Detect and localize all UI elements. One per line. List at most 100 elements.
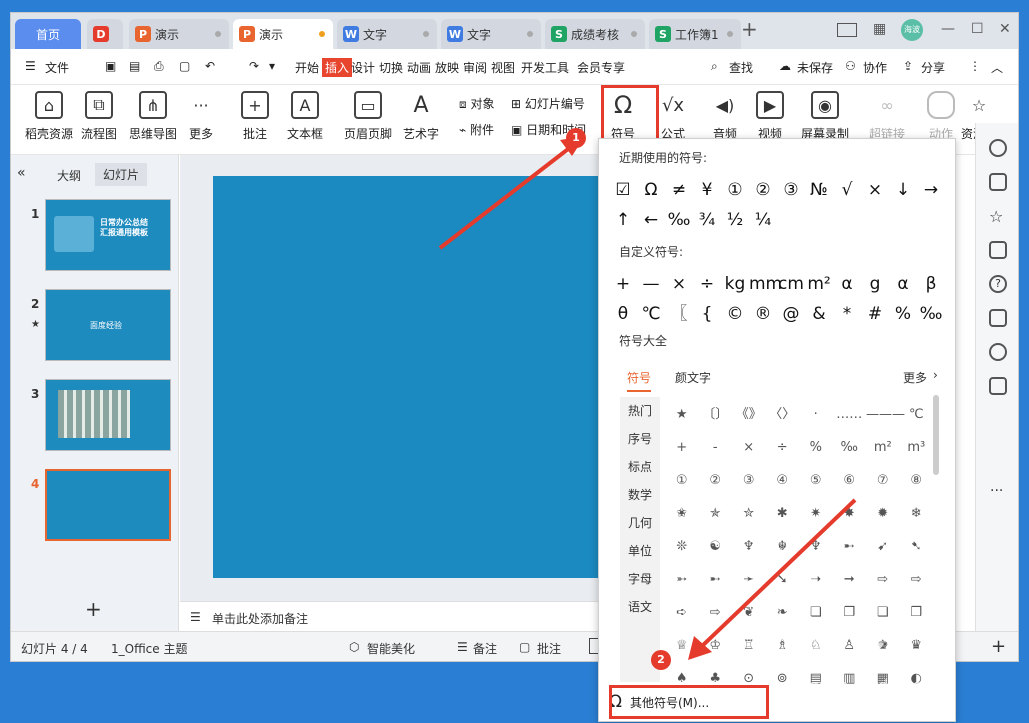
lightning-icon[interactable] (989, 343, 1007, 361)
symbol-cell[interactable]: - (699, 434, 733, 462)
notes-button[interactable]: 备注 (473, 640, 497, 657)
symbol-cell[interactable]: ≠ (665, 177, 693, 203)
slide-thumbnail-1[interactable]: 日常办公总结汇报通用模板 (45, 199, 171, 271)
symbol-cell[interactable]: kg (721, 271, 749, 297)
symbol-cell[interactable]: α (889, 271, 917, 297)
symbol-cell[interactable]: ② (749, 177, 777, 203)
slide-canvas[interactable] (213, 176, 620, 578)
slide-thumbnail-2[interactable]: 面度经验 (45, 289, 171, 361)
save-icon[interactable]: ▣ (105, 59, 116, 73)
maximize-icon[interactable]: ☐ (971, 21, 984, 37)
symbol-cell[interactable]: g (861, 271, 889, 297)
hamburger-icon[interactable]: ☰ (25, 59, 36, 73)
symbol-cell[interactable]: 〈〉 (766, 401, 800, 429)
symbol-cell[interactable]: & (805, 301, 833, 327)
star-icon[interactable]: ☆ (989, 207, 1007, 226)
menu-animation[interactable]: 动画 (407, 59, 431, 76)
close-icon[interactable]: ✕ (999, 21, 1011, 37)
symbol-cell[interactable]: ① (721, 177, 749, 203)
symbol-cell[interactable]: ‰ (833, 434, 867, 462)
attachment-button[interactable]: ⌁ 附件 (459, 121, 494, 138)
chevron-right-icon[interactable]: › (933, 368, 938, 382)
search-icon[interactable]: ⌕ (711, 59, 718, 74)
tab-close-dot[interactable] (527, 31, 533, 37)
tab-presentation-active[interactable]: P 演示 (233, 19, 333, 49)
symbol-cell[interactable]: √ (833, 177, 861, 203)
symbol-cell[interactable]: ¼ (749, 207, 777, 233)
tab-close-dot[interactable] (215, 31, 221, 37)
unsaved-label[interactable]: 未保存 (797, 59, 833, 76)
menu-design[interactable]: 设计 (351, 59, 375, 76)
symbol-cell[interactable]: ❏ (799, 599, 833, 627)
symbol-cell[interactable]: ➪ (665, 599, 699, 627)
category-item[interactable]: 语文 (620, 593, 660, 621)
tab-sheet-2[interactable]: S 工作簿1 (649, 19, 741, 49)
category-item[interactable]: 序号 (620, 425, 660, 453)
symbol-cell[interactable]: © (721, 301, 749, 327)
symbol-cell[interactable]: ➵ (665, 566, 699, 594)
tab-home[interactable]: 首页 (15, 19, 81, 49)
menu-start[interactable]: 开始 (295, 59, 319, 76)
symbol-cell[interactable]: + (665, 434, 699, 462)
symbol-cell[interactable]: ℃ (900, 401, 934, 429)
help-icon[interactable]: ? (989, 275, 1007, 293)
flowchart-button[interactable]: ⧉ 流程图 (81, 91, 117, 142)
theme-name[interactable]: 1_Office 主题 (111, 640, 187, 657)
symbol-cell[interactable]: ③ (777, 177, 805, 203)
share-button[interactable]: 分享 (921, 59, 945, 76)
symbol-cell[interactable]: ➷ (900, 533, 934, 561)
search-label[interactable]: 查找 (729, 59, 753, 76)
preview-icon[interactable]: ▢ (179, 59, 190, 73)
symbol-cell[interactable]: β (917, 271, 945, 297)
symbol-cell[interactable]: ÷ (766, 434, 800, 462)
minimize-icon[interactable]: — (941, 21, 955, 37)
menu-insert[interactable]: 插入 (322, 58, 353, 77)
symbol-cell[interactable]: ⑥ (833, 467, 867, 495)
more-button[interactable]: ··· 更多 (187, 91, 215, 142)
symbol-cell[interactable]: ® (749, 301, 777, 327)
wordart-button[interactable]: A 艺术字 (403, 91, 439, 142)
symbol-cell[interactable]: ③ (732, 467, 766, 495)
symbol-cell[interactable]: ¥ (693, 177, 721, 203)
tab-close-dot[interactable] (423, 31, 429, 37)
symbol-cell[interactable]: ✹ (866, 500, 900, 528)
menu-view[interactable]: 视图 (491, 59, 515, 76)
symbol-cell[interactable]: ❄ (900, 500, 934, 528)
formula-button[interactable]: √x 公式 (659, 91, 687, 142)
symbol-cell[interactable]: # (861, 301, 889, 327)
symbol-cell[interactable]: ✯ (699, 500, 733, 528)
symbol-cell[interactable]: ✸ (833, 500, 867, 528)
symbol-cell[interactable]: 〔〕 (699, 401, 733, 429)
symbol-cell[interactable]: @ (777, 301, 805, 327)
symbol-cell[interactable]: ℃ (637, 301, 665, 327)
tab-outline[interactable]: 大纲 (57, 167, 81, 184)
docer-resources-button[interactable]: ⌂ 稻壳资源 (25, 91, 73, 142)
layout-icon[interactable] (837, 23, 857, 37)
symbol-cell[interactable]: ÷ (693, 271, 721, 297)
symbol-cell[interactable]: θ (609, 301, 637, 327)
symbol-cell[interactable]: ① (665, 467, 699, 495)
book-icon[interactable] (989, 377, 1007, 395)
symbol-cell[interactable]: ↑ (609, 207, 637, 233)
menu-review[interactable]: 审阅 (463, 59, 487, 76)
symbol-cell[interactable]: cm (777, 271, 805, 297)
object-button[interactable]: ⧈ 对象 (459, 95, 494, 112)
symbol-cell[interactable]: ☯ (699, 533, 733, 561)
collapse-pane-icon[interactable]: « (17, 165, 26, 181)
mindmap-button[interactable]: ⋔ 思维导图 (129, 91, 177, 142)
symbol-cell[interactable]: ★ (665, 401, 699, 429)
symbol-cell[interactable]: ½ (721, 207, 749, 233)
tab-slides[interactable]: 幻灯片 (95, 163, 148, 186)
symbol-cell[interactable]: ⑧ (900, 467, 934, 495)
symbol-cell[interactable]: 〖 (665, 301, 693, 327)
symbol-cell[interactable]: mm (749, 271, 782, 297)
symbol-cell[interactable]: ➸ (699, 566, 733, 594)
collab-button[interactable]: 协作 (863, 59, 887, 76)
more-options-icon[interactable]: ··· (990, 483, 1003, 499)
symbol-cell[interactable]: ⑤ (799, 467, 833, 495)
symbol-cell[interactable]: ➘ (766, 566, 800, 594)
video-button[interactable]: ▶ 视频 (756, 91, 784, 142)
symbol-cell[interactable]: ⇨ (900, 566, 934, 594)
menu-transition[interactable]: 切换 (379, 59, 403, 76)
symbol-cell[interactable]: ➞ (833, 566, 867, 594)
